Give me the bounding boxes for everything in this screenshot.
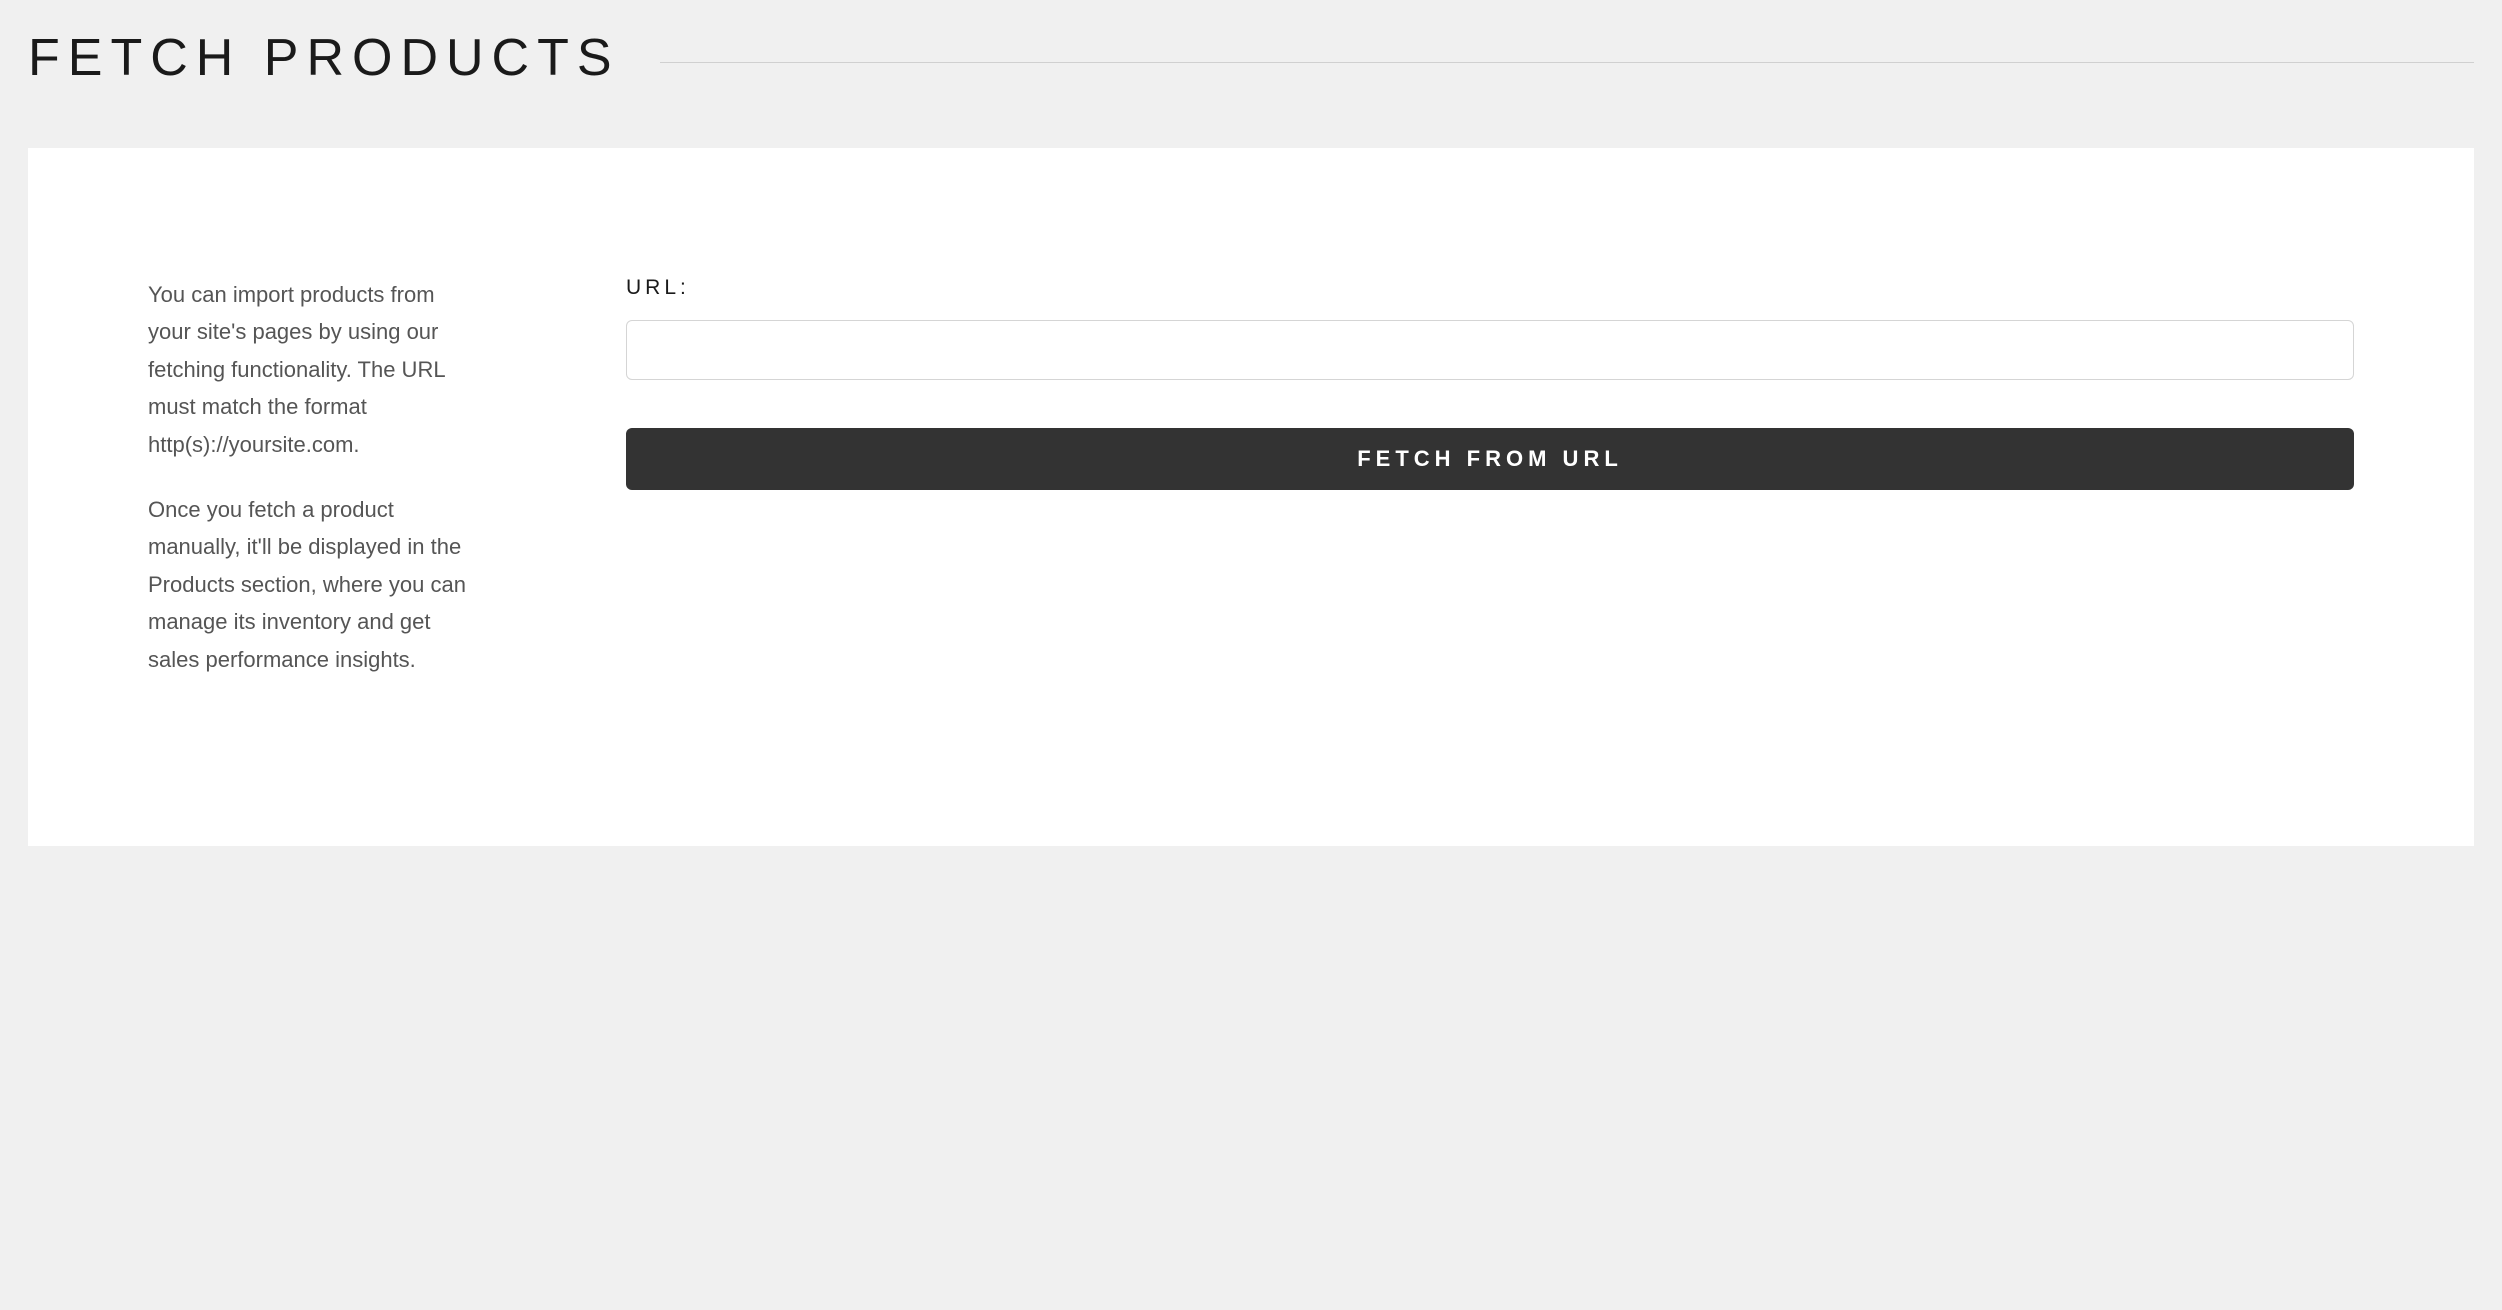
form-column: URL: FETCH FROM URL xyxy=(626,276,2354,706)
url-input[interactable] xyxy=(626,320,2354,380)
description-paragraph-2: Once you fetch a product manually, it'll… xyxy=(148,491,478,678)
page-header: FETCH PRODUCTS xyxy=(28,28,2474,88)
url-label: URL: xyxy=(626,276,2354,300)
header-divider xyxy=(660,62,2474,63)
page-title: FETCH PRODUCTS xyxy=(28,28,620,88)
fetch-from-url-button[interactable]: FETCH FROM URL xyxy=(626,428,2354,490)
description-paragraph-1: You can import products from your site's… xyxy=(148,276,478,463)
page-container: FETCH PRODUCTS You can import products f… xyxy=(0,0,2502,874)
main-card: You can import products from your site's… xyxy=(28,148,2474,846)
description-column: You can import products from your site's… xyxy=(148,276,478,706)
